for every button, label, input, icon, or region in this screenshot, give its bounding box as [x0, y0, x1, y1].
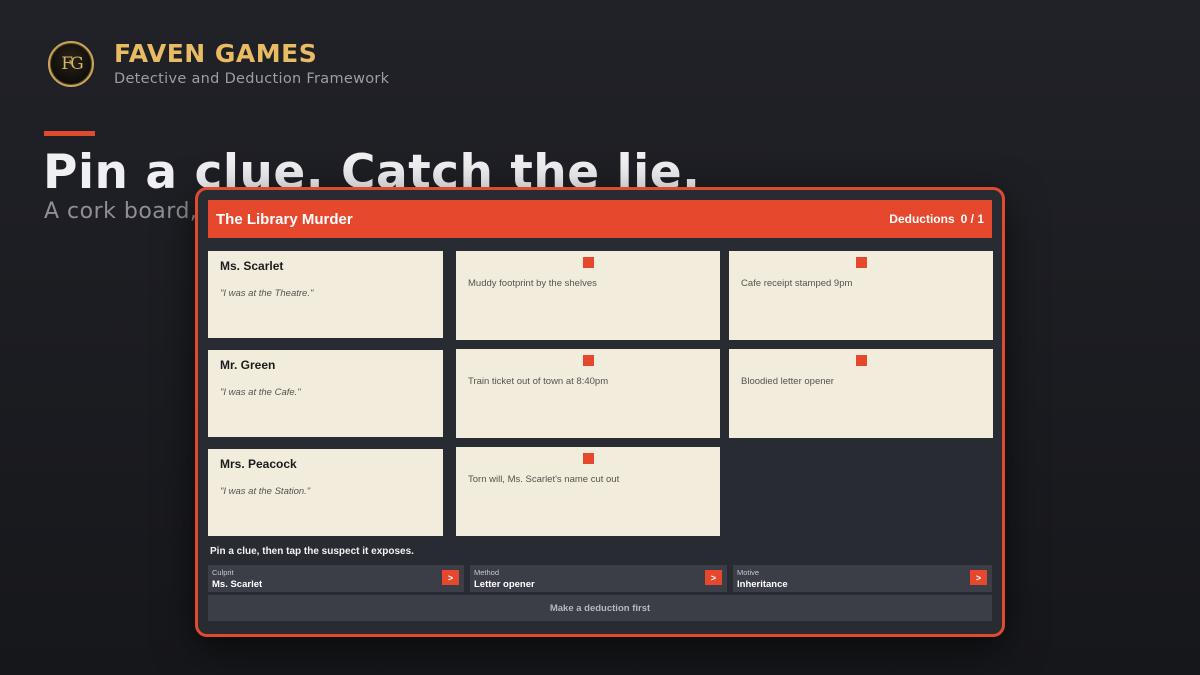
chevron-right-icon[interactable]: >: [705, 570, 722, 585]
brand-subtitle: Detective and Deduction Framework: [114, 71, 390, 87]
pin-icon[interactable]: [856, 355, 867, 366]
game-title: The Library Murder: [216, 210, 353, 228]
pin-icon[interactable]: [583, 453, 594, 464]
suspect-alibi: "I was at the Theatre.": [220, 288, 314, 299]
deductions-counter: Deductions 0 / 1: [889, 212, 984, 226]
slot-value: Inheritance: [737, 579, 788, 590]
brand-text: FAVEN GAMES Detective and Deduction Fram…: [114, 40, 389, 88]
clue-text: Bloodied letter opener: [741, 376, 834, 387]
game-window: The Library Murder Deductions 0 / 1 Ms. S…: [195, 187, 1005, 637]
make-deduction-button[interactable]: Make a deduction first: [208, 595, 992, 621]
slot-label: Method: [474, 568, 500, 577]
suspect-alibi: "I was at the Station.": [220, 486, 311, 497]
clue-text: Train ticket out of town at 8:40pm: [468, 376, 609, 387]
clue-text: Cafe receipt stamped 9pm: [741, 278, 853, 289]
accent-bar: [44, 131, 95, 136]
brand-header: FG FAVEN GAMES Detective and Deduction F…: [48, 40, 389, 88]
pin-icon[interactable]: [583, 257, 594, 268]
clue-card-train-ticket[interactable]: Train ticket out of town at 8:40pm: [456, 349, 720, 438]
clue-card-letter-opener[interactable]: Bloodied letter opener: [729, 349, 993, 438]
deductions-count: 0 / 1: [960, 212, 984, 226]
clue-card-footprint[interactable]: Muddy footprint by the shelves: [456, 251, 720, 340]
culprit-slot[interactable]: Culprit Ms. Scarlet >: [208, 565, 464, 592]
motive-slot[interactable]: Motive Inheritance >: [733, 565, 992, 592]
suspect-name: Ms. Scarlet: [220, 259, 284, 273]
suspect-name: Mrs. Peacock: [220, 457, 297, 471]
deductions-label: Deductions: [889, 212, 955, 226]
suspect-alibi: "I was at the Cafe.": [220, 387, 301, 398]
suspect-card-peacock[interactable]: Mrs. Peacock "I was at the Station.": [208, 449, 443, 536]
chevron-right-icon[interactable]: >: [442, 570, 459, 585]
suspect-card-green[interactable]: Mr. Green "I was at the Cafe.": [208, 350, 443, 437]
faven-games-logo: FG: [48, 41, 94, 87]
method-slot[interactable]: Method Letter opener >: [470, 565, 727, 592]
slot-label: Motive: [737, 568, 760, 577]
clue-text: Muddy footprint by the shelves: [468, 278, 597, 289]
instruction-hint: Pin a clue, then tap the suspect it expo…: [210, 546, 414, 557]
slot-value: Ms. Scarlet: [212, 579, 263, 590]
hero-subline: A cork board, c: [44, 199, 218, 224]
pin-icon[interactable]: [583, 355, 594, 366]
suspect-card-scarlet[interactable]: Ms. Scarlet "I was at the Theatre.": [208, 251, 443, 338]
suspect-name: Mr. Green: [220, 358, 276, 372]
pin-icon[interactable]: [856, 257, 867, 268]
brand-name: FAVEN GAMES: [114, 39, 318, 68]
clue-card-torn-will[interactable]: Torn will, Ms. Scarlet's name cut out: [456, 447, 720, 536]
chevron-right-icon[interactable]: >: [970, 570, 987, 585]
slot-label: Culprit: [212, 568, 234, 577]
slot-value: Letter opener: [474, 579, 535, 590]
clue-text: Torn will, Ms. Scarlet's name cut out: [468, 474, 620, 485]
game-titlebar: The Library Murder Deductions 0 / 1: [208, 200, 992, 238]
clue-card-receipt[interactable]: Cafe receipt stamped 9pm: [729, 251, 993, 340]
